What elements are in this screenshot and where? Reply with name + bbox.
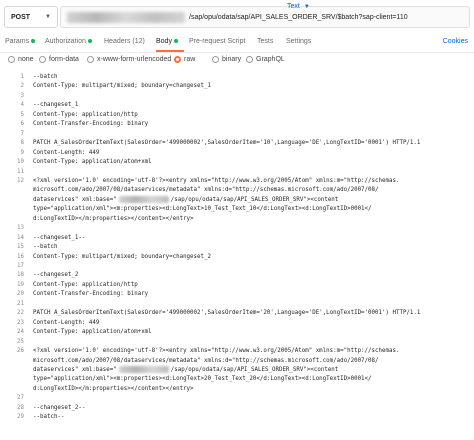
code-text: --batch--: [33, 412, 64, 423]
tab-tests[interactable]: Tests: [257, 38, 273, 45]
tab-label: Settings: [286, 38, 312, 45]
code-segment: dataservices" xml:base=": [33, 366, 117, 373]
code-segment: <?xml version='1.0' encoding='utf-8'?><e…: [33, 348, 400, 355]
code-editor[interactable]: 1 --batch 2 Content-Type: multipart/mixed; …: [0, 72, 474, 440]
code-line: 29 --batch--: [0, 412, 474, 423]
tab-pre-request[interactable]: Pre-request Script: [189, 38, 245, 45]
cookies-link[interactable]: Cookies: [443, 38, 468, 45]
code-segment: dataservices" xml:base=": [33, 196, 117, 203]
tab-body[interactable]: Body: [156, 38, 178, 45]
body-option-x-www-form-urlencoded[interactable]: x-www-form-urlencoded: [87, 56, 171, 63]
tab-settings[interactable]: Settings: [286, 38, 311, 45]
redacted-host: [118, 365, 169, 373]
body-option-label: raw: [184, 56, 196, 63]
code-segment: d:LongTextID></m:properties></content></…: [33, 385, 194, 392]
body-option-graphql[interactable]: GraphQL: [246, 56, 285, 63]
body-type-options: none form-data x-www-form-urlencoded raw bin…: [0, 53, 474, 69]
text-type-label: Text: [287, 3, 300, 10]
code-segment: Content-Transfer-Encoding: binary: [33, 121, 149, 128]
code-segment: --changeset_2--: [33, 404, 86, 411]
code-segment: --changeset_2: [33, 272, 79, 279]
code-segment: --batch: [33, 244, 58, 251]
line-number: 29: [17, 414, 24, 421]
radio-icon[interactable]: [212, 56, 219, 63]
method-select[interactable]: POST ▼: [4, 6, 58, 28]
status-dot-icon: [87, 39, 92, 44]
code-segment: /sap/opu/odata/sap/API_SALES_ORDER_SRV">…: [170, 366, 339, 373]
body-option-label: binary: [222, 56, 242, 63]
code-segment: Content-Length: 449: [33, 319, 100, 326]
code-segment: Content-Type: multipart/mixed; boundary=…: [33, 253, 211, 260]
radio-icon[interactable]: [8, 56, 15, 63]
tab-label: Authorization: [45, 38, 86, 45]
tab-label: Pre-request Script: [189, 38, 246, 45]
tab-headers[interactable]: Headers (12): [104, 38, 145, 45]
body-option-label: none: [18, 56, 34, 63]
code-segment: Content-Type: application/http: [33, 111, 138, 118]
code-segment: Content-Transfer-Encoding: binary: [33, 291, 149, 298]
url-input[interactable]: /sap/opu/odata/sap/API_SALES_ORDER_SRV/$…: [60, 6, 470, 28]
code-segment: Content-Type: application/atom+xml: [33, 159, 152, 166]
radio-icon[interactable]: [174, 56, 181, 63]
request-bar: POST ▼ /sap/opu/odata/sap/API_SALES_ORDE…: [0, 0, 474, 34]
radio-icon[interactable]: [246, 56, 253, 63]
status-dot-icon: [173, 39, 178, 44]
body-option-label: x-www-form-urlencoded: [97, 56, 172, 63]
body-option-form-data[interactable]: form-data: [39, 56, 79, 63]
radio-icon[interactable]: [39, 56, 46, 63]
body-option-label: GraphQL: [256, 56, 285, 63]
code-segment: Content-Type: multipart/mixed; boundary=…: [33, 83, 211, 90]
code-segment: Content-Type: application/atom+xml: [33, 329, 152, 336]
tab-authorization[interactable]: Authorization: [45, 38, 92, 45]
text-type-select[interactable]: Text ▼: [287, 3, 310, 10]
code-segment: --batch: [33, 74, 58, 80]
body-option-binary[interactable]: binary: [212, 56, 241, 63]
body-option-raw[interactable]: raw: [174, 56, 195, 63]
tab-label: Params: [5, 38, 30, 45]
redacted-host: [118, 195, 169, 203]
body-option-label: form-data: [49, 56, 79, 63]
url-path: /sap/opu/odata/sap/API_SALES_ORDER_SRV/$…: [189, 13, 408, 21]
code-segment: d:LongTextID></m:properties></content></…: [33, 215, 194, 222]
code-segment: microsoft.com/ado/2007/08/dataservices/m…: [33, 187, 379, 194]
code-segment: --batch--: [33, 414, 65, 421]
code-segment: /sap/opu/odata/sap/API_SALES_ORDER_SRV">…: [170, 196, 339, 203]
status-dot-icon: [31, 39, 36, 44]
radio-icon[interactable]: [87, 56, 94, 63]
code-segment: Content-Length: 449: [33, 149, 100, 156]
chevron-down-icon: ▼: [45, 14, 51, 20]
request-tabs: Params Authorization Headers (12) Body Pre-r…: [0, 34, 474, 52]
code-segment: type="application/xml"><m:properties><d:…: [33, 376, 372, 383]
code-segment: microsoft.com/ado/2007/08/dataservices/m…: [33, 357, 379, 364]
method-label: POST: [11, 13, 31, 21]
code-segment: Content-Type: application/http: [33, 281, 138, 288]
tab-label: Tests: [257, 38, 274, 45]
body-option-none[interactable]: none: [8, 56, 34, 63]
redacted-host: [67, 11, 185, 23]
code-segment: <?xml version='1.0' encoding='utf-8'?><e…: [33, 177, 400, 184]
code-segment: type="application/xml"><m:properties><d:…: [33, 206, 372, 213]
tab-label: Body: [156, 38, 172, 45]
code-segment: --changeset_1--: [33, 234, 86, 241]
tab-label: Headers (12): [104, 38, 145, 45]
code-segment: PATCH A_SalesOrderItemText(SalesOrder='4…: [33, 140, 421, 147]
chevron-down-icon: ▼: [303, 3, 310, 10]
tab-params[interactable]: Params: [5, 38, 36, 45]
code-segment: --changeset_1: [33, 102, 79, 109]
code-segment: PATCH A_SalesOrderItemText(SalesOrder='4…: [33, 310, 421, 317]
